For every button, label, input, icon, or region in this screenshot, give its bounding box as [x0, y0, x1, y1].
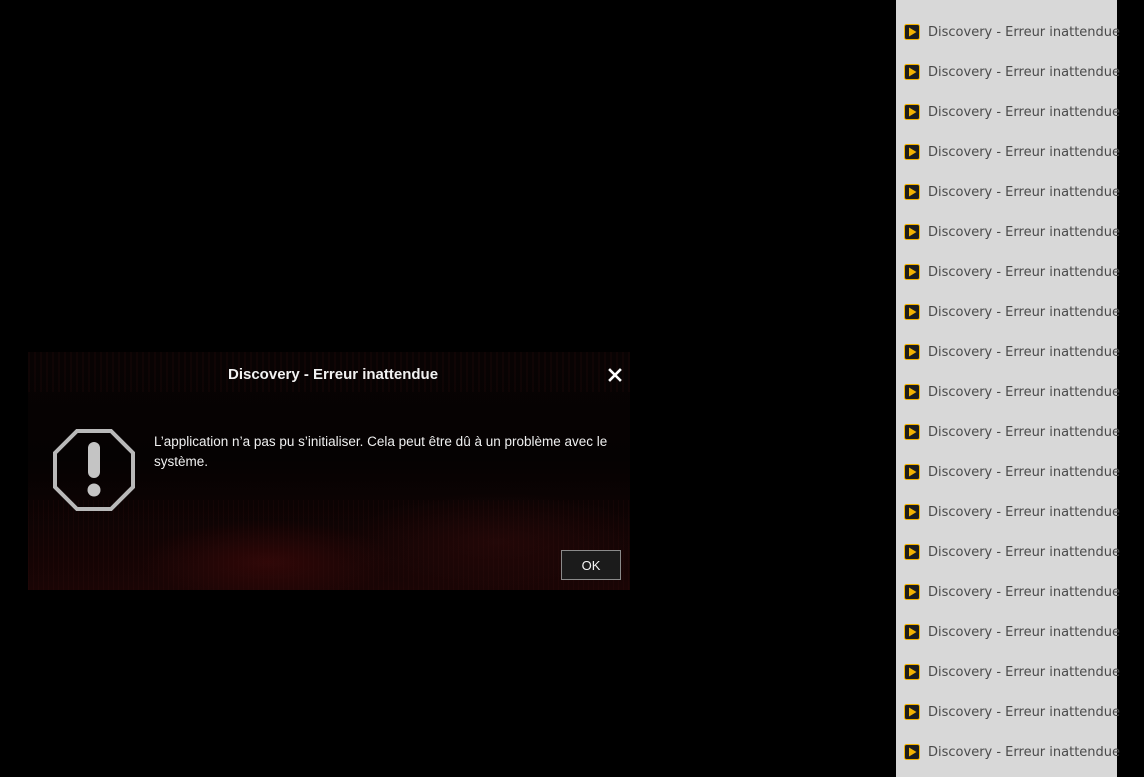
dialog-background-bottom: [28, 500, 630, 590]
play-app-icon: [904, 624, 920, 640]
window-list-item-label: Discovery - Erreur inattendue: [928, 744, 1121, 760]
play-app-icon: [904, 224, 920, 240]
window-list-item[interactable]: Discovery - Erreur inattendue: [896, 492, 1121, 532]
window-list-item[interactable]: Discovery - Erreur inattendue: [896, 612, 1121, 652]
window-list-item[interactable]: Discovery - Erreur inattendue: [896, 292, 1121, 332]
play-app-icon: [904, 184, 920, 200]
window-list-item[interactable]: Discovery - Erreur inattendue: [896, 172, 1121, 212]
window-list-item-label: Discovery - Erreur inattendue: [928, 104, 1121, 120]
window-list-item[interactable]: Discovery - Erreur inattendue: [896, 732, 1121, 772]
window-list-item-label: Discovery - Erreur inattendue: [928, 384, 1121, 400]
window-list-item[interactable]: Discovery - Erreur inattendue: [896, 692, 1121, 732]
window-list-item[interactable]: Discovery - Erreur inattendue: [896, 412, 1121, 452]
dialog-title: Discovery - Erreur inattendue: [228, 366, 439, 383]
window-list-item-label: Discovery - Erreur inattendue: [928, 264, 1121, 280]
window-list-item-label: Discovery - Erreur inattendue: [928, 544, 1121, 560]
play-app-icon: [904, 584, 920, 600]
window-list-item[interactable]: Discovery - Erreur inattendue: [896, 52, 1121, 92]
window-list-item-label: Discovery - Erreur inattendue: [928, 504, 1121, 520]
window-list-item[interactable]: Discovery - Erreur inattendue: [896, 372, 1121, 412]
play-app-icon: [904, 344, 920, 360]
warning-icon: [53, 429, 135, 511]
window-list-item[interactable]: Discovery - Erreur inattendue: [896, 332, 1121, 372]
window-list-item-label: Discovery - Erreur inattendue: [928, 584, 1121, 600]
play-app-icon: [904, 504, 920, 520]
window-list-item-label: Discovery - Erreur inattendue: [928, 344, 1121, 360]
window-list-item-label: Discovery - Erreur inattendue: [928, 144, 1121, 160]
play-app-icon: [904, 744, 920, 760]
play-app-icon: [904, 664, 920, 680]
window-list-item[interactable]: Discovery - Erreur inattendue: [896, 12, 1121, 52]
play-app-icon: [904, 304, 920, 320]
window-list-item-label: Discovery - Erreur inattendue: [928, 304, 1121, 320]
play-app-icon: [904, 264, 920, 280]
window-list-item[interactable]: Discovery - Erreur inattendue: [896, 532, 1121, 572]
window-list-item-label: Discovery - Erreur inattendue: [928, 184, 1121, 200]
taskbar-window-list: Discovery - Erreur inattendue Discovery …: [896, 0, 1121, 777]
window-list-item[interactable]: Discovery - Erreur inattendue: [896, 252, 1121, 292]
window-list-item[interactable]: Discovery - Erreur inattendue: [896, 452, 1121, 492]
play-app-icon: [904, 64, 920, 80]
window-list-item-label: Discovery - Erreur inattendue: [928, 424, 1121, 440]
screen: Discovery - Erreur inattendue L’applicat…: [0, 0, 1144, 777]
play-app-icon: [904, 104, 920, 120]
close-button[interactable]: [604, 364, 626, 386]
ok-button[interactable]: OK: [561, 550, 621, 580]
play-app-icon: [904, 704, 920, 720]
window-list-item-label: Discovery - Erreur inattendue: [928, 624, 1121, 640]
window-list-item[interactable]: Discovery - Erreur inattendue: [896, 132, 1121, 172]
window-list: Discovery - Erreur inattendue Discovery …: [896, 12, 1121, 772]
play-app-icon: [904, 24, 920, 40]
window-list-item[interactable]: Discovery - Erreur inattendue: [896, 92, 1121, 132]
play-app-icon: [904, 144, 920, 160]
play-app-icon: [904, 384, 920, 400]
error-dialog: Discovery - Erreur inattendue L’applicat…: [28, 352, 630, 590]
window-list-item[interactable]: Discovery - Erreur inattendue: [896, 572, 1121, 612]
window-list-item-label: Discovery - Erreur inattendue: [928, 64, 1121, 80]
window-list-item-label: Discovery - Erreur inattendue: [928, 224, 1121, 240]
window-list-item-label: Discovery - Erreur inattendue: [928, 464, 1121, 480]
play-app-icon: [904, 464, 920, 480]
play-app-icon: [904, 544, 920, 560]
window-list-item[interactable]: Discovery - Erreur inattendue: [896, 652, 1121, 692]
window-list-item-label: Discovery - Erreur inattendue: [928, 704, 1121, 720]
window-list-item[interactable]: Discovery - Erreur inattendue: [896, 212, 1121, 252]
window-list-item-label: Discovery - Erreur inattendue: [928, 664, 1121, 680]
close-icon: [608, 368, 622, 382]
window-list-item-label: Discovery - Erreur inattendue: [928, 24, 1121, 40]
dialog-message: L’application n’a pas pu s’initialiser. …: [154, 434, 608, 469]
play-app-icon: [904, 424, 920, 440]
